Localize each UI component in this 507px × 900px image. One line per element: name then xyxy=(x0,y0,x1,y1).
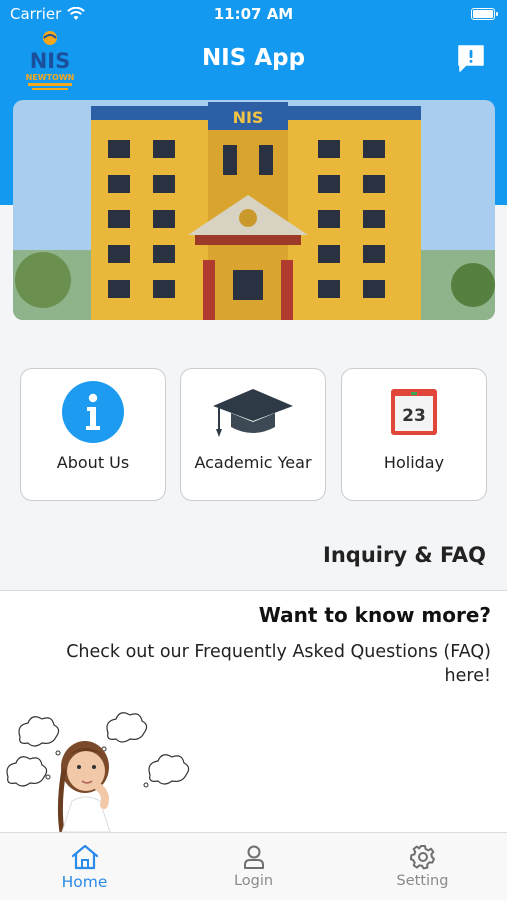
holiday-label: Holiday xyxy=(383,453,445,472)
info-icon xyxy=(62,381,124,443)
user-icon xyxy=(243,845,264,869)
academic-year-card[interactable]: Academic Year xyxy=(180,368,326,501)
page-title: NIS App xyxy=(201,45,306,71)
faq-heading: Want to know more? xyxy=(258,603,491,627)
tab-home[interactable]: Home xyxy=(0,833,169,900)
feedback-icon[interactable] xyxy=(457,44,485,74)
tab-home-label: Home xyxy=(61,873,108,891)
inquiry-section-title: Inquiry & FAQ xyxy=(323,543,486,567)
logo-subtext: NEWTOWN xyxy=(26,73,75,82)
tab-setting[interactable]: Setting xyxy=(338,833,507,900)
graduation-cap-icon xyxy=(213,389,293,437)
battery-icon xyxy=(471,8,498,20)
faq-description[interactable]: Check out our Frequently Asked Questions… xyxy=(21,640,491,688)
status-bar: Carrier 11:07 AM xyxy=(0,0,507,28)
about-us-label: About Us xyxy=(56,453,130,472)
about-us-card[interactable]: About Us xyxy=(20,368,166,501)
academic-year-label: Academic Year xyxy=(194,453,312,472)
home-icon xyxy=(71,844,98,870)
tab-login[interactable]: Login xyxy=(169,833,338,900)
tab-login-label: Login xyxy=(233,873,274,889)
calendar-day: 23 xyxy=(402,406,426,426)
tab-bar: Home Login Setting xyxy=(0,832,507,900)
school-building-banner: NIS xyxy=(13,100,495,320)
status-time: 11:07 AM xyxy=(213,5,294,23)
navbar: NIS NEWTOWN NIS App xyxy=(0,30,507,90)
tab-setting-label: Setting xyxy=(396,873,449,889)
gear-icon xyxy=(409,845,435,870)
thinking-girl-illustration xyxy=(6,712,190,832)
building-sign: NIS xyxy=(233,108,264,127)
calendar-icon: 23 xyxy=(391,389,437,435)
holiday-card[interactable]: 23 Holiday xyxy=(341,368,487,501)
